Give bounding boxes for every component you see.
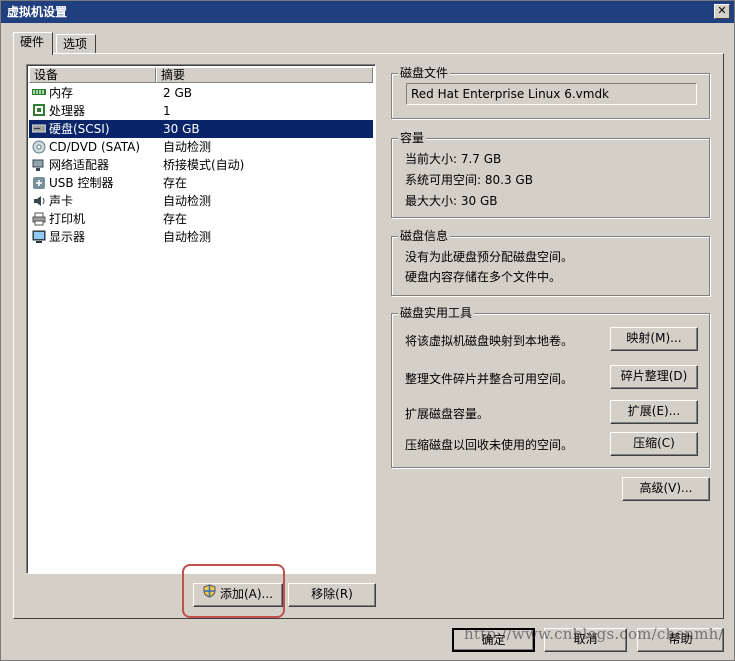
expand-button-label: 扩展(E)... bbox=[627, 404, 681, 418]
sound-card-icon bbox=[32, 194, 46, 208]
hard-disk-icon bbox=[31, 122, 47, 136]
device-summary: 自动检测 bbox=[163, 140, 212, 154]
device-name: 内存 bbox=[49, 86, 74, 100]
max-size-text: 最大大小: 30 GB bbox=[405, 194, 498, 208]
remove-button[interactable]: 移除(R) bbox=[288, 583, 376, 607]
remove-button-label: 移除(R) bbox=[311, 587, 353, 601]
device-list-header: 设备 摘要 bbox=[29, 67, 373, 83]
cd-dvd-icon bbox=[32, 140, 46, 154]
current-size-text: 当前大小: 7.7 GB bbox=[405, 152, 502, 166]
disk-file-title: 磁盘文件 bbox=[398, 66, 451, 80]
watermark-text: http://www.cnblogs.com/chenmh/ bbox=[464, 625, 724, 643]
printer-icon bbox=[32, 212, 46, 226]
disk-info-line-1: 没有为此硬盘预分配磁盘空间。 bbox=[405, 250, 574, 264]
disk-info-title: 磁盘信息 bbox=[398, 229, 451, 243]
defragment-button-label: 碎片整理(D) bbox=[620, 369, 688, 383]
device-summary: 30 GB bbox=[163, 122, 200, 136]
device-name: USB 控制器 bbox=[49, 176, 114, 190]
device-name: CD/DVD (SATA) bbox=[49, 140, 141, 154]
device-list[interactable]: 设备 摘要 内存 2 GB 处理器 1 硬盘(SCSI) 30 GB CD/DV… bbox=[26, 64, 376, 574]
window-title: 虚拟机设置 bbox=[7, 5, 68, 19]
processor-icon bbox=[32, 104, 46, 118]
device-summary: 自动检测 bbox=[163, 230, 212, 244]
device-row-printer[interactable]: 打印机 存在 bbox=[29, 210, 373, 228]
expand-description: 扩展磁盘容量。 bbox=[405, 407, 490, 421]
tab-hardware-label: 硬件 bbox=[20, 35, 45, 49]
disk-info-line-2: 硬盘内容存储在多个文件中。 bbox=[405, 270, 562, 284]
disk-file-field[interactable]: Red Hat Enterprise Linux 6.vmdk bbox=[406, 83, 697, 105]
title-bar: 虚拟机设置 ✕ bbox=[1, 1, 734, 23]
vm-settings-window: 虚拟机设置 ✕ 硬件 选项 设备 摘要 内存 2 GB 处理器 1 硬盘(SCS… bbox=[0, 0, 735, 661]
disk-info-group: 磁盘信息 没有为此硬盘预分配磁盘空间。 硬盘内容存储在多个文件中。 bbox=[391, 229, 710, 296]
column-header-summary[interactable]: 摘要 bbox=[156, 67, 373, 83]
device-summary: 自动检测 bbox=[163, 194, 212, 208]
device-row-network-adapter[interactable]: 网络适配器 桥接模式(自动) bbox=[29, 156, 373, 174]
device-row-sound-card[interactable]: 声卡 自动检测 bbox=[29, 192, 373, 210]
device-name: 网络适配器 bbox=[49, 158, 110, 172]
compact-description: 压缩磁盘以回收未使用的空间。 bbox=[405, 438, 574, 452]
compact-button-label: 压缩(C) bbox=[633, 436, 675, 450]
device-summary: 存在 bbox=[163, 176, 188, 190]
defragment-button[interactable]: 碎片整理(D) bbox=[610, 365, 698, 389]
device-name: 处理器 bbox=[49, 104, 86, 118]
device-summary: 桥接模式(自动) bbox=[163, 158, 245, 172]
disk-utilities-title: 磁盘实用工具 bbox=[398, 306, 475, 320]
capacity-title: 容量 bbox=[398, 131, 427, 145]
expand-button[interactable]: 扩展(E)... bbox=[610, 400, 698, 424]
tab-hardware[interactable]: 硬件 bbox=[13, 32, 53, 55]
device-name: 打印机 bbox=[49, 212, 86, 226]
device-name: 硬盘(SCSI) bbox=[49, 122, 110, 136]
map-description: 将该虚拟机磁盘映射到本地卷。 bbox=[405, 334, 574, 348]
device-row-cd-dvd[interactable]: CD/DVD (SATA) 自动检测 bbox=[29, 138, 373, 156]
device-row-usb-controller[interactable]: USB 控制器 存在 bbox=[29, 174, 373, 192]
device-row-hard-disk[interactable]: 硬盘(SCSI) 30 GB bbox=[29, 120, 373, 138]
map-button-label: 映射(M)... bbox=[626, 331, 682, 345]
tab-options[interactable]: 选项 bbox=[56, 34, 96, 54]
device-summary: 2 GB bbox=[163, 86, 192, 100]
map-button[interactable]: 映射(M)... bbox=[610, 327, 698, 351]
system-free-text: 系统可用空间: 80.3 GB bbox=[405, 173, 533, 187]
device-summary: 存在 bbox=[163, 212, 188, 226]
memory-icon bbox=[32, 86, 46, 100]
device-name: 声卡 bbox=[49, 194, 74, 208]
advanced-button-label: 高级(V)... bbox=[639, 481, 693, 495]
highlight-annotation bbox=[182, 564, 285, 618]
disk-file-group: 磁盘文件 Red Hat Enterprise Linux 6.vmdk bbox=[391, 66, 710, 119]
defrag-description: 整理文件碎片并整合可用空间。 bbox=[405, 372, 574, 386]
device-row-memory[interactable]: 内存 2 GB bbox=[29, 84, 373, 102]
close-icon: ✕ bbox=[717, 4, 727, 17]
advanced-button[interactable]: 高级(V)... bbox=[622, 477, 710, 501]
device-summary: 1 bbox=[163, 104, 171, 118]
display-icon bbox=[32, 230, 46, 244]
device-name: 显示器 bbox=[49, 230, 86, 244]
device-row-display[interactable]: 显示器 自动检测 bbox=[29, 228, 373, 246]
device-row-processor[interactable]: 处理器 1 bbox=[29, 102, 373, 120]
tab-options-label: 选项 bbox=[63, 37, 88, 51]
close-button[interactable]: ✕ bbox=[714, 4, 730, 19]
capacity-group: 容量 当前大小: 7.7 GB 系统可用空间: 80.3 GB 最大大小: 30… bbox=[391, 131, 710, 218]
compact-button[interactable]: 压缩(C) bbox=[610, 432, 698, 456]
usb-icon bbox=[32, 176, 46, 190]
column-header-device[interactable]: 设备 bbox=[29, 67, 156, 83]
network-adapter-icon bbox=[32, 158, 46, 172]
